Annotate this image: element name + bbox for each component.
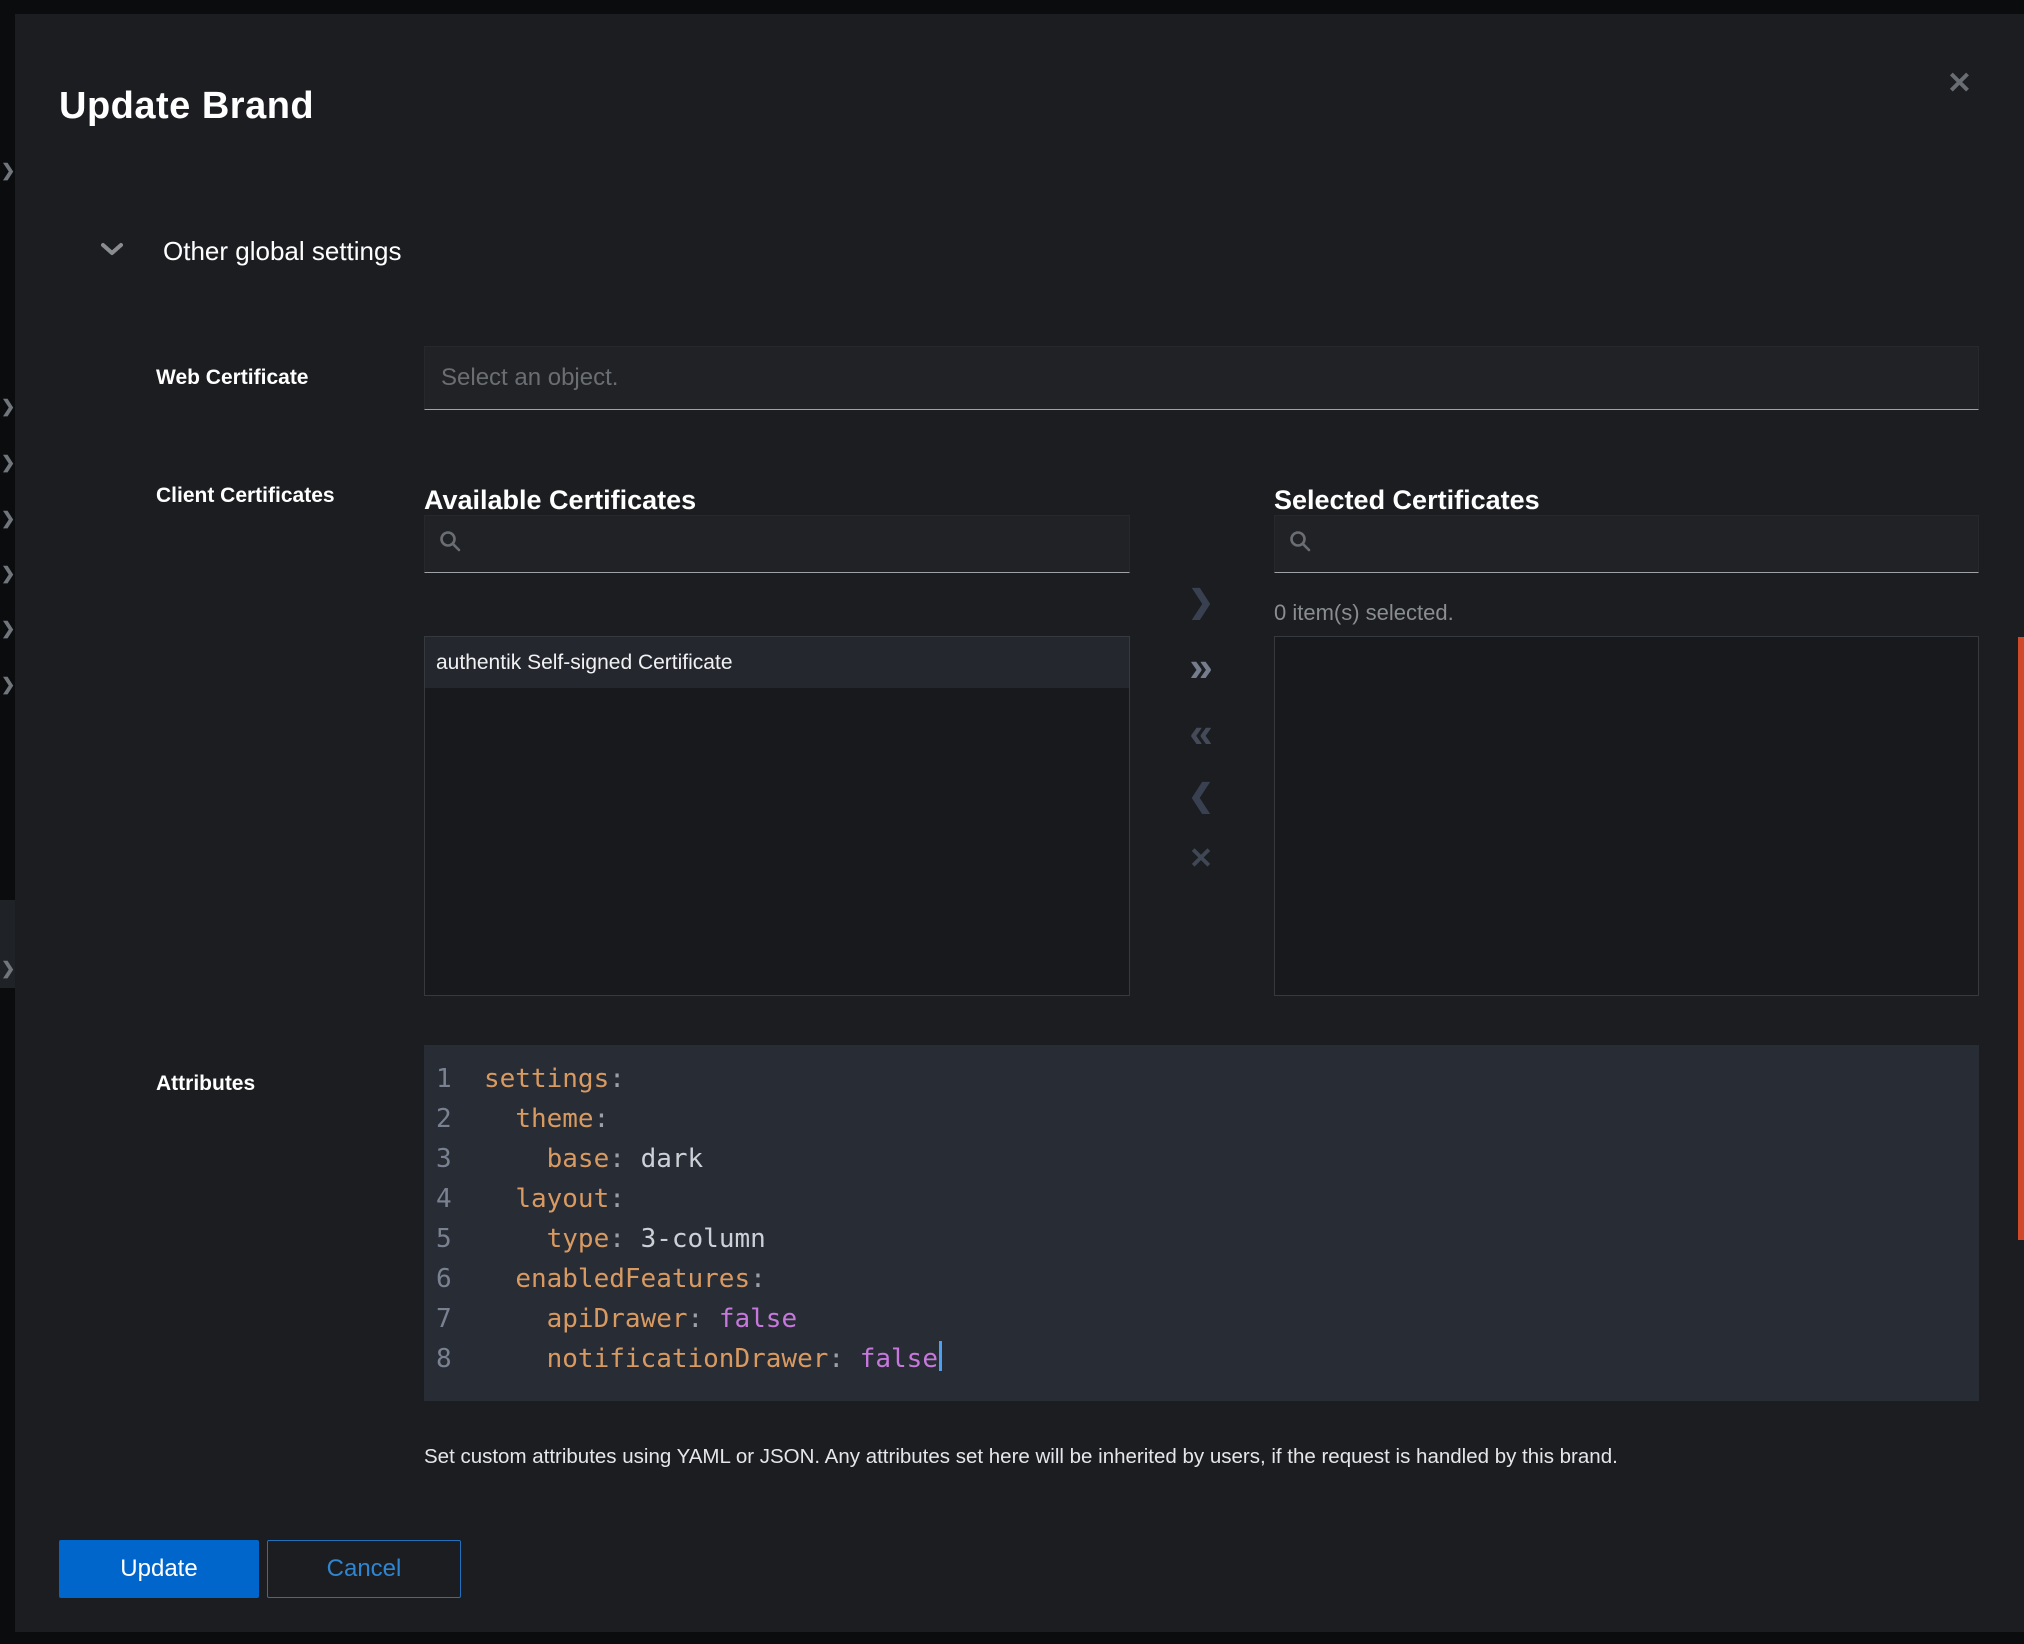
sidebar-chevron-icon: ❯ (1, 565, 15, 582)
web-certificate-label: Web Certificate (156, 366, 309, 390)
code-text: layout: (484, 1179, 625, 1219)
sidebar-chevron-icon: ❯ (1, 620, 15, 637)
sidebar-chevron-icon: ❯ (1, 398, 15, 415)
available-certificates-list[interactable]: authentik Self-signed Certificate (424, 636, 1130, 996)
available-certificates-heading: Available Certificates (424, 485, 696, 516)
line-number: 7 (436, 1299, 468, 1339)
list-item[interactable]: authentik Self-signed Certificate (425, 637, 1129, 688)
line-number: 5 (436, 1219, 468, 1259)
selected-certificates-list[interactable] (1274, 636, 1979, 996)
update-button[interactable]: Update (59, 1540, 259, 1598)
sidebar-chevron-icon: ❯ (1, 454, 15, 471)
available-search[interactable] (424, 515, 1130, 573)
dual-list-controls: ❯ » « ❮ ✕ (1173, 14, 1229, 1632)
sidebar-chevron-icon: ❯ (1, 676, 15, 693)
code-text: settings: (484, 1059, 625, 1099)
close-icon[interactable]: ✕ (1941, 68, 1978, 100)
remove-selected-button[interactable]: ❮ (1173, 780, 1229, 811)
attributes-label: Attributes (156, 1072, 255, 1096)
selected-search-input[interactable] (1324, 530, 1978, 558)
code-text: apiDrawer: false (484, 1299, 797, 1339)
code-text: theme: (484, 1099, 609, 1139)
code-text: base: dark (484, 1139, 703, 1179)
line-number: 2 (436, 1099, 468, 1139)
selected-count-status: 0 item(s) selected. (1274, 600, 1454, 626)
client-certificates-label: Client Certificates (156, 484, 335, 508)
page-background-top (0, 0, 2024, 14)
sidebar-edge: ❯ ❯ ❯ ❯ ❯ ❯ ❯ ❯ (0, 0, 15, 1644)
text-cursor (939, 1341, 942, 1371)
sidebar-chevron-icon: ❯ (1, 960, 15, 977)
line-number: 4 (436, 1179, 468, 1219)
selected-search[interactable] (1274, 515, 1979, 573)
code-text: type: 3-column (484, 1219, 766, 1259)
other-global-settings-toggle[interactable]: Other global settings (101, 236, 401, 267)
code-text: notificationDrawer: false (484, 1339, 942, 1379)
update-brand-modal: Update Brand ✕ Other global settings Web… (15, 14, 2024, 1632)
remove-all-button[interactable]: « (1173, 712, 1229, 754)
page-background-bottom (0, 1632, 2024, 1644)
line-number: 8 (436, 1339, 468, 1379)
search-icon (439, 530, 462, 558)
sidebar-chevron-icon: ❯ (1, 510, 15, 527)
selected-certificates-heading: Selected Certificates (1274, 485, 1540, 516)
chevron-down-icon (101, 242, 123, 261)
available-search-input[interactable] (474, 530, 1129, 558)
code-text: enabledFeatures: (484, 1259, 766, 1299)
clear-selection-button[interactable]: ✕ (1173, 845, 1229, 874)
add-selected-button[interactable]: ❯ (1173, 586, 1229, 617)
search-icon (1289, 530, 1312, 558)
right-edge-accent-bar (2018, 637, 2024, 1240)
group-toggle-label: Other global settings (163, 236, 401, 267)
line-number: 3 (436, 1139, 468, 1179)
cancel-button[interactable]: Cancel (267, 1540, 461, 1598)
line-number: 6 (436, 1259, 468, 1299)
sidebar-chevron-icon: ❯ (1, 162, 15, 179)
modal-title: Update Brand (59, 85, 314, 128)
add-all-button[interactable]: » (1173, 646, 1229, 688)
line-number: 1 (436, 1059, 468, 1099)
